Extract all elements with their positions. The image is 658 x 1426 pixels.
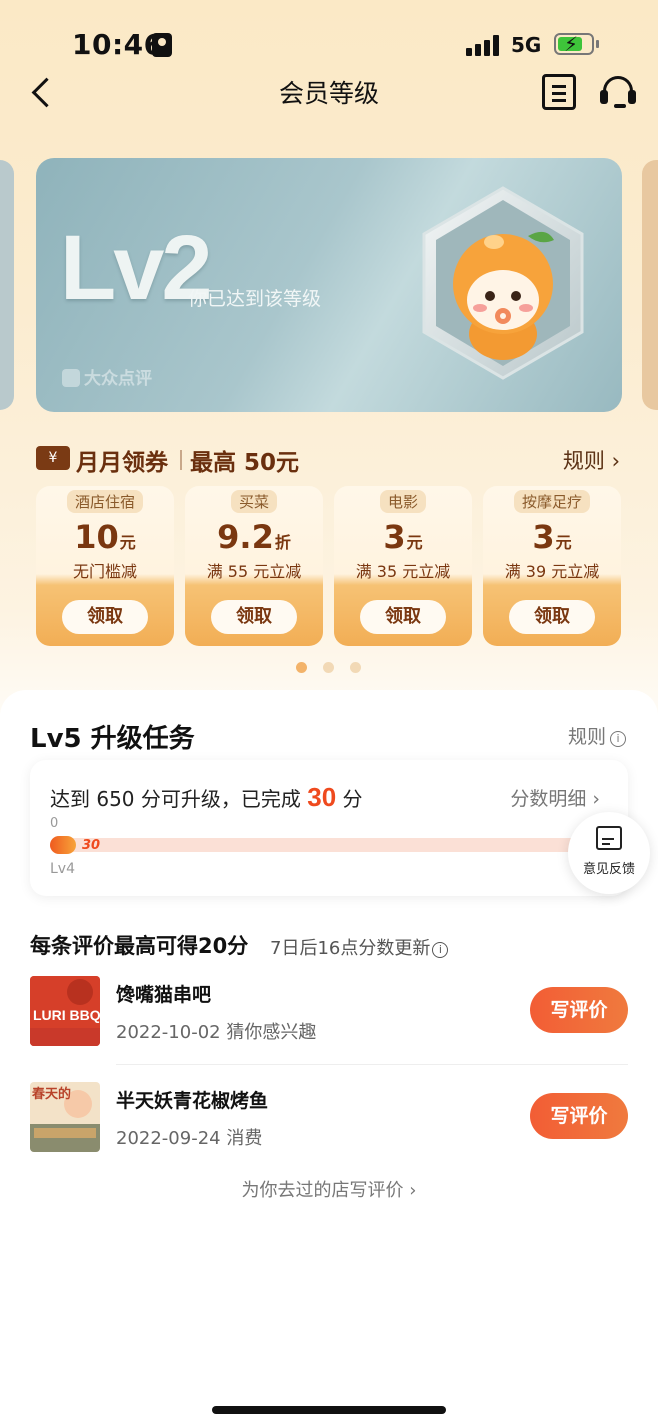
coupon-tag: 买菜	[230, 490, 277, 513]
coupon-condition: 无门槛减	[72, 562, 137, 581]
shop-meta: 2022-10-02 猜你感兴趣	[116, 1022, 317, 1043]
document-icon[interactable]	[542, 74, 576, 110]
progress-value-label: 30	[82, 838, 101, 853]
level-badge-icon	[422, 186, 584, 380]
feedback-button[interactable]: 意见反馈	[568, 812, 650, 894]
shop-name: 馋嘴猫串吧	[116, 984, 212, 1006]
nav-bar: 会员等级	[0, 62, 658, 122]
feedback-label: 意见反馈	[582, 862, 635, 877]
page-indicator	[296, 662, 366, 674]
coupon-header: ¥ 月月领券 最高 50元 规则 ›	[34, 442, 624, 476]
page-dot	[323, 662, 334, 673]
coupon-tag: 按摩足疗	[513, 490, 590, 513]
battery-icon: ⚡	[554, 32, 594, 56]
coupon-amount: 9.2折	[217, 518, 291, 556]
prev-level-card[interactable]	[0, 160, 14, 410]
task-rule-link[interactable]: 规则 i	[568, 722, 626, 749]
coupon-tag: 电影	[379, 490, 426, 513]
info-icon: i	[610, 731, 626, 747]
svg-text:春天的: 春天的	[31, 1086, 71, 1102]
coupon-amount: 10元	[74, 518, 136, 556]
progress-card: 达到 650 分可升级，已完成 30 分 分数明细 › 0 30 Lv4	[30, 760, 628, 896]
level-card[interactable]: Lv2 你已达到该等级 大众点评	[36, 158, 622, 412]
coupon-amount: 3元	[532, 518, 572, 556]
coupon-card[interactable]: 买菜 9.2折 满 55 元立减 领取	[185, 486, 323, 646]
coupon-condition: 满 39 元立减	[504, 562, 600, 581]
contact-icon	[152, 33, 172, 57]
claim-button[interactable]: 领取	[509, 600, 595, 634]
task-title: Lv5 升级任务	[30, 724, 195, 754]
coupon-condition: 满 55 元立减	[206, 562, 302, 581]
status-time: 10:46	[72, 28, 164, 61]
signal-icon	[466, 34, 502, 56]
coupon-tag: 酒店住宿	[66, 490, 143, 513]
coupon-condition: 满 35 元立减	[355, 562, 451, 581]
shop-thumbnail: 春天的	[30, 1082, 100, 1152]
write-review-button[interactable]: 写评价	[530, 987, 628, 1033]
review-title: 每条评价最高可得20分	[30, 934, 249, 958]
coupon-card[interactable]: 按摩足疗 3元 满 39 元立减 领取	[483, 486, 621, 646]
write-review-button[interactable]: 写评价	[530, 1093, 628, 1139]
review-more-link[interactable]: 为你去过的店写评价 ›	[0, 1176, 658, 1202]
progress-fill	[50, 836, 76, 854]
progress-track	[50, 838, 610, 852]
list-item[interactable]: LURI BBQ 馋嘴猫串吧 2022-10-02 猜你感兴趣 写评价	[30, 976, 628, 1062]
coupon-rule-link[interactable]: 规则 ›	[563, 445, 620, 475]
review-subtitle: 7日后16点分数更新 i	[270, 934, 449, 960]
claim-button[interactable]: 领取	[360, 600, 446, 634]
divider	[180, 450, 182, 470]
brand-watermark: 大众点评	[62, 364, 152, 389]
score-detail-link[interactable]: 分数明细 ›	[510, 784, 600, 811]
coupon-card[interactable]: 酒店住宿 10元 无门槛减 领取	[36, 486, 174, 646]
next-level-card[interactable]	[642, 160, 658, 410]
list-item[interactable]: 春天的 半天妖青花椒烤鱼 2022-09-24 消费 写评价	[30, 1082, 628, 1168]
current-level-label: Lv4	[50, 861, 75, 877]
headset-icon[interactable]	[600, 74, 636, 110]
progress-min-label: 0	[50, 816, 59, 831]
claim-button[interactable]: 领取	[62, 600, 148, 634]
coupon-list: 酒店住宿 10元 无门槛减 领取 买菜 9.2折 满 55 元立减 领取 电影 …	[36, 486, 626, 646]
network-type: 5G	[511, 33, 542, 57]
progress-text: 达到 650 分可升级，已完成 30 分	[50, 782, 363, 812]
coupon-max: 最高 50元	[190, 450, 300, 476]
edit-icon	[596, 826, 622, 850]
level-subtitle: 你已达到该等级	[188, 288, 322, 310]
shop-thumbnail: LURI BBQ	[30, 976, 100, 1046]
coupon-title: 月月领券	[76, 450, 168, 476]
coupon-amount: 3元	[383, 518, 423, 556]
home-indicator[interactable]	[212, 1406, 446, 1414]
coupon-card[interactable]: 电影 3元 满 35 元立减 领取	[334, 486, 472, 646]
claim-button[interactable]: 领取	[211, 600, 297, 634]
info-icon: i	[432, 942, 449, 958]
shop-name: 半天妖青花椒烤鱼	[116, 1090, 269, 1112]
battery-tip	[596, 40, 599, 48]
shop-meta: 2022-09-24 消费	[116, 1128, 263, 1149]
page-dot	[296, 662, 307, 673]
page-dot	[350, 662, 361, 673]
coupon-ticket-icon: ¥	[36, 446, 70, 470]
divider	[116, 1064, 628, 1065]
svg-text:LURI BBQ: LURI BBQ	[33, 1007, 100, 1023]
